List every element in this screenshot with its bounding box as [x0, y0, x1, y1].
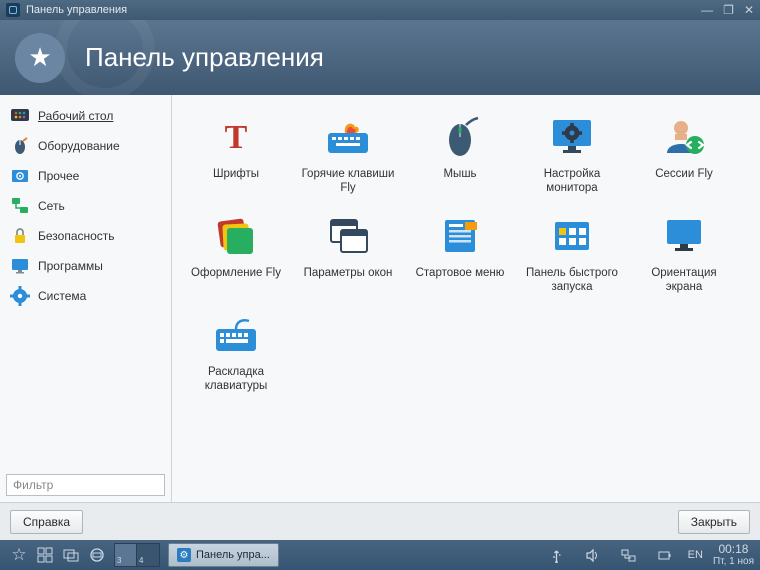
- tile-monitor[interactable]: Настройка монитора: [518, 109, 626, 200]
- quicklaunch-icon: [548, 212, 596, 260]
- close-dialog-button[interactable]: Закрыть: [678, 510, 750, 534]
- tile-windowparams[interactable]: Параметры окон: [294, 208, 402, 299]
- tile-label: Панель быстрого запуска: [520, 266, 624, 295]
- sidebar-item-network[interactable]: Сеть: [0, 191, 171, 221]
- desktop-3[interactable]: 3: [115, 544, 137, 566]
- clock-date: Пт, 1 ноя: [713, 556, 754, 567]
- mouse-icon: [10, 136, 30, 156]
- filter-input[interactable]: [6, 474, 165, 496]
- category-list: Рабочий стол Оборудование Прочее Сеть: [0, 95, 171, 468]
- tile-sessions[interactable]: Сессии Fly: [630, 109, 738, 200]
- tile-orientation[interactable]: Ориентация экрана: [630, 208, 738, 299]
- tray-network-icon[interactable]: [616, 542, 642, 568]
- system-tray: EN 00:18 Пт, 1 ноя: [544, 542, 754, 568]
- windows-icon: [324, 212, 372, 260]
- help-button[interactable]: Справка: [10, 510, 83, 534]
- sidebar-item-security[interactable]: Безопасность: [0, 221, 171, 251]
- filter-container: [6, 474, 165, 496]
- desktop-icon: [10, 106, 30, 126]
- maximize-button[interactable]: ❐: [723, 4, 734, 16]
- sidebar-item-desktop[interactable]: Рабочий стол: [0, 101, 171, 131]
- tile-hotkeys[interactable]: Горячие клавиши Fly: [294, 109, 402, 200]
- desktop-switcher[interactable]: 3 4: [114, 543, 160, 567]
- tile-mouse[interactable]: Мышь: [406, 109, 514, 200]
- hotkeys-icon: [324, 113, 372, 161]
- items-panel: T Шрифты Горячие клавиши Fly Мышь: [172, 95, 760, 502]
- taskbar-cascade-icon[interactable]: [58, 542, 84, 568]
- tile-label: Оформление Fly: [184, 266, 288, 294]
- taskitem-icon: [177, 548, 191, 562]
- sidebar-item-programs[interactable]: Программы: [0, 251, 171, 281]
- tile-label: Мышь: [408, 167, 512, 195]
- desktop-4[interactable]: 4: [137, 544, 159, 566]
- gear-icon: [10, 166, 30, 186]
- startmenu-icon: [436, 212, 484, 260]
- taskbar-active-window[interactable]: Панель упра...: [168, 543, 279, 567]
- tile-label: Раскладка клавиатуры: [184, 365, 288, 394]
- sessions-icon: [660, 113, 708, 161]
- taskbar-show-desktops-icon[interactable]: [32, 542, 58, 568]
- tile-quicklaunch[interactable]: Панель быстрого запуска: [518, 208, 626, 299]
- keyboard-icon: [212, 311, 260, 359]
- sidebar-item-label: Оборудование: [38, 139, 120, 153]
- monitor-icon: [10, 256, 30, 276]
- fonts-icon: T: [212, 113, 260, 161]
- lock-icon: [10, 226, 30, 246]
- network-icon: [10, 196, 30, 216]
- cog-icon: [10, 286, 30, 306]
- tray-usb-icon[interactable]: [544, 542, 570, 568]
- tile-startmenu[interactable]: Стартовое меню: [406, 208, 514, 299]
- category-sidebar: Рабочий стол Оборудование Прочее Сеть: [0, 95, 172, 502]
- tile-label: Горячие клавиши Fly: [296, 167, 400, 196]
- page-title: Панель управления: [85, 42, 324, 73]
- start-button[interactable]: ☆: [6, 542, 32, 568]
- tile-label: Сессии Fly: [632, 167, 736, 195]
- orientation-icon: [660, 212, 708, 260]
- tray-volume-icon[interactable]: [580, 542, 606, 568]
- monitor-settings-icon: [548, 113, 596, 161]
- tile-keyboard[interactable]: Раскладка клавиатуры: [182, 307, 290, 398]
- taskitem-label: Панель упра...: [196, 549, 270, 561]
- sidebar-item-hardware[interactable]: Оборудование: [0, 131, 171, 161]
- sidebar-item-system[interactable]: Система: [0, 281, 171, 311]
- sidebar-item-other[interactable]: Прочее: [0, 161, 171, 191]
- tray-language[interactable]: EN: [688, 549, 703, 561]
- sidebar-item-label: Безопасность: [38, 229, 115, 243]
- sidebar-item-label: Система: [38, 289, 86, 303]
- main-content: Рабочий стол Оборудование Прочее Сеть: [0, 95, 760, 502]
- window-titlebar: Панель управления — ❐ ✕: [0, 0, 760, 20]
- window-title: Панель управления: [26, 4, 127, 16]
- header-banner: Панель управления: [0, 20, 760, 95]
- window-app-icon: [6, 3, 20, 17]
- tray-battery-icon[interactable]: [652, 542, 678, 568]
- theme-icon: [212, 212, 260, 260]
- tile-theme[interactable]: Оформление Fly: [182, 208, 290, 299]
- mouse-icon: [436, 113, 484, 161]
- sidebar-item-label: Сеть: [38, 199, 65, 213]
- sidebar-item-label: Прочее: [38, 169, 79, 183]
- taskbar: ☆ 3 4 Панель упра... EN 00:18 Пт, 1 ноя: [0, 540, 760, 570]
- close-button[interactable]: ✕: [744, 4, 754, 16]
- dialog-footer: Справка Закрыть: [0, 502, 760, 540]
- sidebar-item-label: Программы: [38, 259, 103, 273]
- items-grid: T Шрифты Горячие клавиши Fly Мышь: [182, 109, 750, 397]
- tile-label: Стартовое меню: [408, 266, 512, 294]
- tile-fonts[interactable]: T Шрифты: [182, 109, 290, 200]
- tile-label: Шрифты: [184, 167, 288, 195]
- star-icon: [15, 33, 65, 83]
- sidebar-item-label: Рабочий стол: [38, 109, 113, 123]
- taskbar-files-icon[interactable]: [84, 542, 110, 568]
- clock-time: 00:18: [713, 543, 754, 556]
- tile-label: Параметры окон: [296, 266, 400, 294]
- minimize-button[interactable]: —: [701, 4, 713, 16]
- tile-label: Ориентация экрана: [632, 266, 736, 295]
- svg-text:T: T: [225, 119, 248, 156]
- tile-label: Настройка монитора: [520, 167, 624, 196]
- tray-clock[interactable]: 00:18 Пт, 1 ноя: [713, 543, 754, 567]
